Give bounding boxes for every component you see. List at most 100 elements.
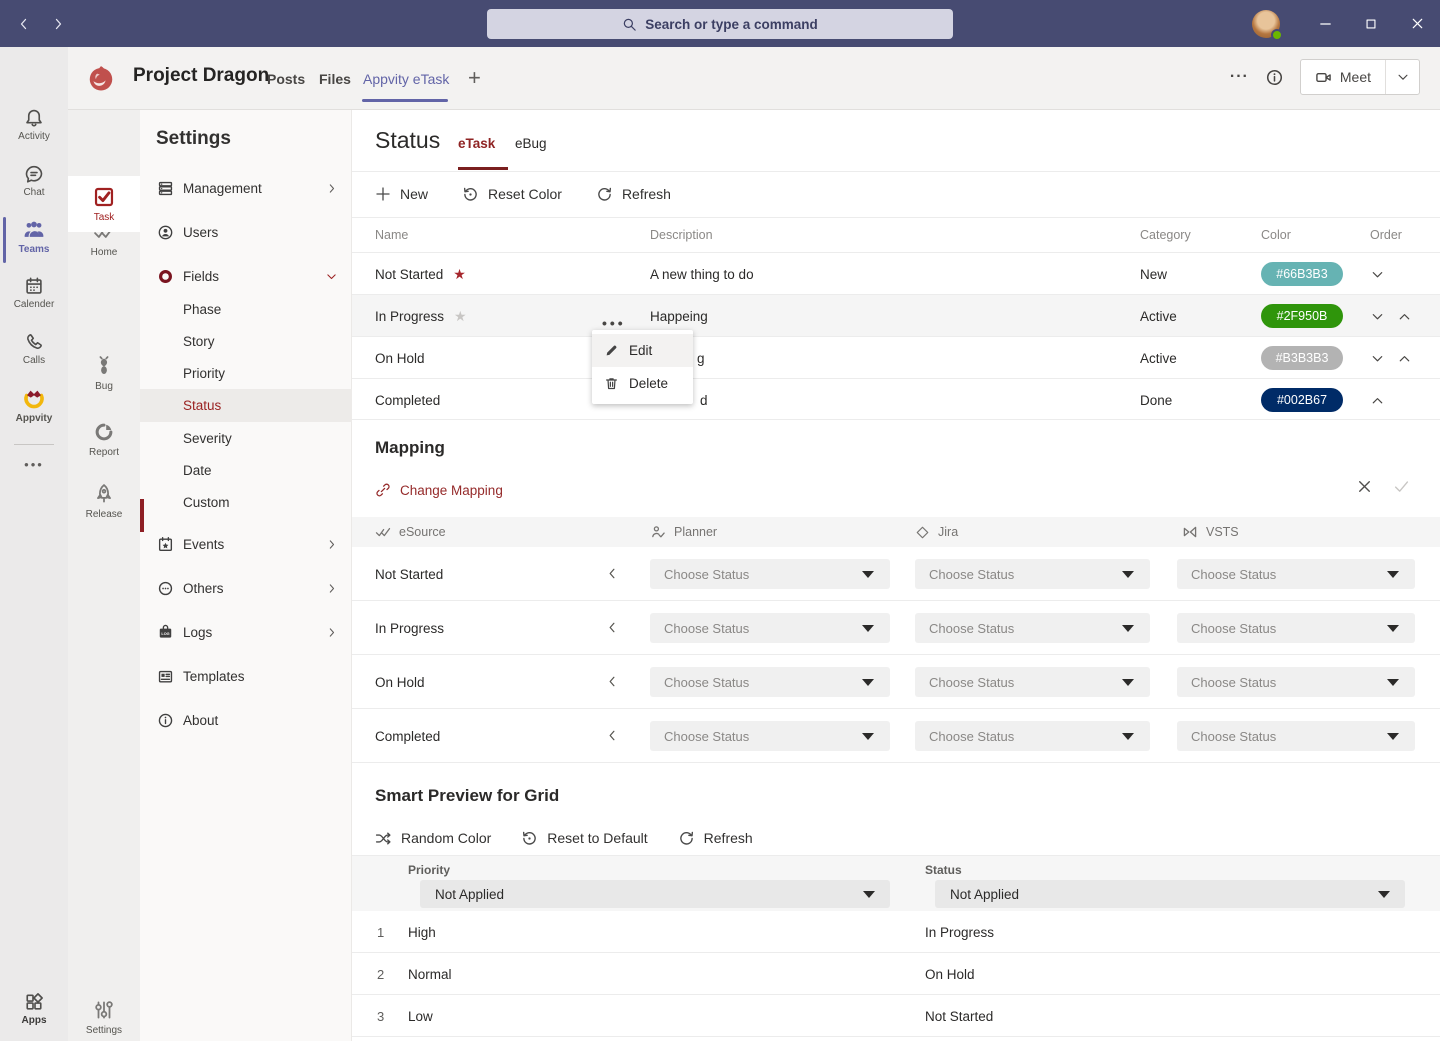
reset-to-default-button[interactable]: Reset to Default	[521, 830, 647, 847]
menu-item-edit[interactable]: Edit	[592, 334, 693, 367]
tab-posts[interactable]: Posts	[267, 71, 305, 87]
rail-item-chat[interactable]: Chat	[0, 155, 68, 207]
rail-item-apps[interactable]: Apps	[0, 983, 68, 1035]
move-down-icon[interactable]	[1370, 267, 1385, 282]
jira-status-dropdown[interactable]: Choose Status	[915, 613, 1150, 643]
tab-files[interactable]: Files	[319, 71, 351, 87]
status-row-not-started: Not Started★ A new thing to do New #66B3…	[352, 252, 1440, 294]
chevron-right-icon	[325, 182, 338, 195]
settings-item-others[interactable]: Others	[140, 570, 352, 606]
new-button[interactable]: New	[375, 186, 428, 202]
settings-item-management[interactable]: Management	[140, 170, 352, 206]
random-color-button[interactable]: Random Color	[375, 830, 491, 847]
planner-status-dropdown[interactable]: Choose Status	[650, 721, 890, 751]
search-input[interactable]: Search or type a command	[487, 9, 953, 39]
settings-item-priority[interactable]: Priority	[140, 357, 352, 389]
settings-item-fields[interactable]: Fields	[140, 258, 352, 294]
preview-row: 1 High In Progress	[352, 911, 1440, 953]
rail-item-teams[interactable]: Teams	[0, 211, 68, 263]
avatar[interactable]	[1252, 10, 1280, 38]
close-button[interactable]	[1394, 0, 1440, 47]
page-title: Status	[375, 127, 440, 154]
settings-item-logs[interactable]: Logs	[140, 614, 352, 650]
settings-item-date[interactable]: Date	[140, 454, 352, 486]
settings-item-custom[interactable]: Custom	[140, 486, 352, 518]
star-icon[interactable]: ★	[454, 308, 467, 325]
move-down-icon[interactable]	[1370, 309, 1385, 324]
vsts-status-dropdown[interactable]: Choose Status	[1177, 613, 1415, 643]
planner-status-dropdown[interactable]: Choose Status	[650, 667, 890, 697]
refresh-button[interactable]: Refresh	[596, 186, 671, 203]
add-tab-button[interactable]: +	[468, 65, 481, 91]
menu-item-delete[interactable]: Delete	[592, 367, 693, 400]
default-star-icon[interactable]: ★	[453, 266, 466, 283]
move-up-icon[interactable]	[1397, 309, 1412, 324]
settings-item-phase[interactable]: Phase	[140, 293, 352, 325]
dropdown-caret-icon	[863, 891, 875, 898]
settings-item-status[interactable]: Status	[140, 389, 352, 422]
tab-etask[interactable]: eTask	[458, 136, 495, 151]
channel-info-icon[interactable]	[1265, 68, 1284, 87]
rail-item-calendar[interactable]: Calender	[0, 267, 68, 319]
module-settings[interactable]: Settings	[68, 988, 140, 1046]
minimize-button[interactable]	[1302, 0, 1348, 47]
preview-row: 2 Normal On Hold	[352, 953, 1440, 995]
camera-icon	[1315, 69, 1332, 86]
priority-filter-label: Priority	[408, 863, 450, 877]
jira-status-dropdown[interactable]: Choose Status	[915, 559, 1150, 589]
plus-icon	[375, 186, 391, 202]
settings-item-users[interactable]: Users	[140, 214, 352, 250]
tab-appvity-etask[interactable]: Appvity eTask	[363, 71, 449, 87]
link-icon	[375, 482, 391, 498]
vsts-status-dropdown[interactable]: Choose Status	[1177, 721, 1415, 751]
more-apps-icon[interactable]: •••	[0, 457, 68, 472]
dropdown-caret-icon	[862, 733, 874, 740]
settings-item-templates[interactable]: Templates	[140, 658, 352, 694]
settings-title: Settings	[156, 128, 231, 150]
refresh-button[interactable]: Refresh	[678, 830, 753, 847]
meet-options-chevron[interactable]	[1385, 59, 1419, 95]
rail-item-calls[interactable]: Calls	[0, 323, 68, 375]
esource-icon	[375, 524, 391, 540]
rail-item-activity[interactable]: Activity	[0, 99, 68, 151]
module-release[interactable]: Release	[68, 472, 140, 530]
module-task[interactable]: Task	[68, 176, 140, 232]
row-more-options-icon[interactable]: •••	[602, 315, 626, 331]
management-icon	[156, 180, 174, 197]
module-bug[interactable]: Bug	[68, 344, 140, 402]
vsts-status-dropdown[interactable]: Choose Status	[1177, 559, 1415, 589]
meet-button[interactable]: Meet	[1301, 69, 1385, 86]
team-name: Project Dragon	[133, 65, 269, 87]
planner-status-dropdown[interactable]: Choose Status	[650, 613, 890, 643]
confirm-mapping-icon[interactable]	[1393, 478, 1410, 495]
vsts-status-dropdown[interactable]: Choose Status	[1177, 667, 1415, 697]
move-up-icon[interactable]	[1397, 351, 1412, 366]
planner-status-dropdown[interactable]: Choose Status	[650, 559, 890, 589]
rail-item-appvity[interactable]: Appvity	[0, 379, 68, 431]
color-pill: #66B3B3	[1261, 262, 1343, 286]
reset-color-button[interactable]: Reset Color	[462, 186, 562, 203]
dropdown-caret-icon	[1122, 733, 1134, 740]
cancel-mapping-icon[interactable]	[1356, 478, 1373, 495]
jira-status-dropdown[interactable]: Choose Status	[915, 667, 1150, 697]
move-up-icon[interactable]	[1370, 393, 1385, 408]
tab-ebug[interactable]: eBug	[515, 136, 547, 151]
priority-filter-dropdown[interactable]: Not Applied	[420, 880, 890, 908]
maximize-button[interactable]	[1348, 0, 1394, 47]
settings-item-about[interactable]: About	[140, 702, 352, 738]
settings-item-events[interactable]: Events	[140, 526, 352, 562]
settings-item-severity[interactable]: Severity	[140, 422, 352, 454]
team-logo-phoenix	[86, 63, 116, 93]
jira-status-dropdown[interactable]: Choose Status	[915, 721, 1150, 751]
more-options-icon[interactable]: ···	[1230, 68, 1249, 86]
status-filter-dropdown[interactable]: Not Applied	[935, 880, 1405, 908]
change-mapping-link[interactable]: Change Mapping	[375, 476, 503, 504]
module-report[interactable]: Report	[68, 410, 140, 468]
back-icon[interactable]	[12, 12, 36, 36]
module-rail: Home Task Bug Report Release Settings	[68, 110, 140, 1041]
pie-chart-icon	[93, 421, 115, 443]
move-down-icon[interactable]	[1370, 351, 1385, 366]
forward-icon[interactable]	[46, 12, 70, 36]
settings-item-story[interactable]: Story	[140, 325, 352, 357]
dropdown-caret-icon	[1387, 733, 1399, 740]
